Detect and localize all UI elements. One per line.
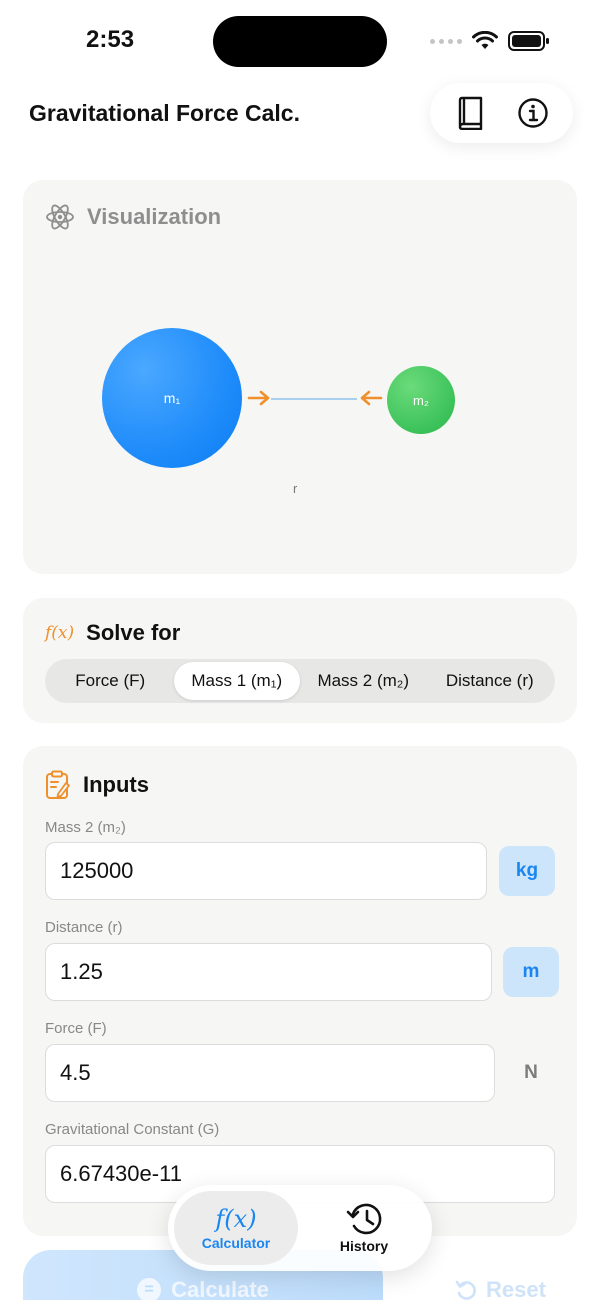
tab-bar: f(x) Calculator History	[168, 1185, 432, 1271]
force-field-label: Force (F)	[45, 1020, 107, 1037]
solve-for-card: f(x) Solve for Force (F) Mass 1 (m₁) Mas…	[23, 598, 577, 723]
atom-icon	[46, 204, 74, 230]
force-input[interactable]: 4.5	[45, 1044, 495, 1102]
function-icon: f(x)	[215, 1205, 257, 1233]
tab-calculator[interactable]: f(x) Calculator	[174, 1191, 298, 1265]
force-arrow-left-icon	[360, 390, 383, 406]
visualization-header: Visualization	[45, 202, 221, 232]
force-unit-label: N	[524, 1062, 538, 1083]
header-actions	[430, 83, 573, 143]
app-title: Gravitational Force Calc.	[29, 100, 300, 126]
history-icon	[346, 1203, 382, 1235]
dynamic-island	[213, 16, 387, 67]
tab-history[interactable]: History	[302, 1191, 426, 1265]
mass-2-input[interactable]: 125000	[45, 842, 487, 900]
book-icon	[458, 96, 482, 130]
equals-icon: =	[137, 1278, 162, 1300]
solve-for-title: Solve for	[86, 620, 181, 645]
mass-1-circle: m₁	[102, 328, 242, 468]
visualization-card: Visualization m₁ m₂ r	[23, 180, 577, 574]
segment-force[interactable]: Force (F)	[47, 662, 174, 700]
distance-unit-button[interactable]: m	[503, 947, 559, 997]
status-time: 2:53	[86, 26, 135, 53]
wifi-icon	[472, 31, 498, 49]
clipboard-edit-icon	[46, 770, 70, 799]
solve-for-header: f(x) Solve for	[45, 620, 180, 646]
tab-calculator-label: Calculator	[201, 1235, 271, 1251]
battery-icon	[508, 31, 549, 51]
segment-distance[interactable]: Distance (r)	[427, 662, 554, 700]
mass-2-circle: m₂	[387, 366, 455, 434]
info-icon	[518, 98, 548, 128]
distance-label: r	[293, 481, 298, 496]
distance-line	[271, 398, 357, 400]
segment-mass-1[interactable]: Mass 1 (m₁)	[173, 662, 300, 700]
force-arrow-right-icon	[247, 390, 270, 406]
distance-input[interactable]: 1.25	[45, 943, 492, 1001]
inputs-card: Inputs Mass 2 (m₂) 125000 kg Distance (r…	[23, 746, 577, 1236]
distance-field-label: Distance (r)	[45, 919, 123, 936]
inputs-title: Inputs	[83, 772, 149, 797]
cellular-signal-icon	[430, 38, 462, 44]
mass-2-label: m₂	[413, 392, 429, 408]
inputs-header: Inputs	[45, 770, 149, 800]
mass-2-field-label: Mass 2 (m₂)	[45, 819, 126, 836]
reset-label: Reset	[486, 1277, 546, 1300]
reset-button[interactable]: Reset	[420, 1270, 580, 1300]
status-indicators	[430, 30, 550, 52]
mass-2-unit-button[interactable]: kg	[499, 846, 555, 896]
gravitational-constant-field-label: Gravitational Constant (G)	[45, 1121, 220, 1138]
info-button[interactable]	[511, 91, 555, 135]
reset-icon	[455, 1280, 476, 1300]
tab-history-label: History	[339, 1238, 389, 1254]
visualization-title: Visualization	[87, 204, 222, 229]
status-bar: 2:53	[0, 0, 600, 80]
book-button[interactable]	[448, 91, 492, 135]
mass-1-label: m₁	[163, 390, 181, 406]
function-icon: f(x)	[45, 623, 75, 643]
calculate-label: Calculate	[171, 1277, 269, 1300]
solve-for-segmented-control: Force (F) Mass 1 (m₁) Mass 2 (m₂) Distan…	[45, 659, 555, 703]
segment-mass-2[interactable]: Mass 2 (m₂)	[300, 662, 427, 700]
